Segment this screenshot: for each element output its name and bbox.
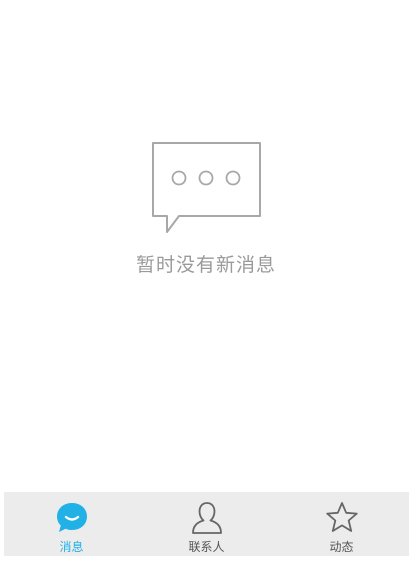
bottom-tab-bar: 消息 联系人 动态 [4, 492, 409, 556]
star-icon [325, 502, 358, 532]
tab-contacts[interactable]: 联系人 [139, 492, 274, 556]
empty-state: 暂时没有新消息 [0, 0, 420, 490]
message-bubble-icon [56, 503, 87, 532]
tab-label: 消息 [59, 540, 84, 554]
person-icon [191, 502, 222, 534]
chat-bubble-ellipsis-icon [152, 142, 261, 233]
tab-label: 联系人 [188, 540, 225, 554]
tab-label: 动态 [329, 540, 354, 554]
empty-message: 暂时没有新消息 [135, 254, 276, 276]
tab-moments[interactable]: 动态 [274, 492, 409, 556]
tab-messages[interactable]: 消息 [4, 492, 139, 556]
